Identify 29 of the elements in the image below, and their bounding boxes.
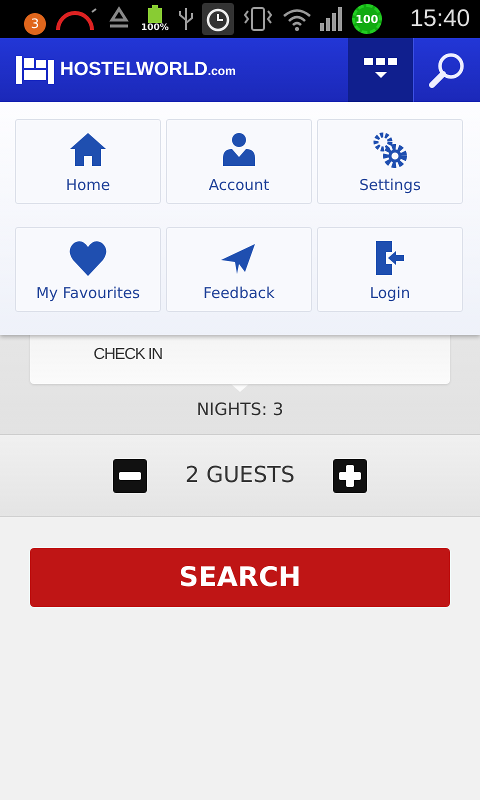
alarm-clock-icon [202, 3, 234, 35]
menu-tile[interactable]: My Favourites [15, 227, 161, 312]
guest-count: 2 GUESTS [185, 463, 295, 488]
signal-icon [320, 7, 344, 31]
usb-icon [178, 6, 194, 32]
minus-button[interactable] [113, 458, 148, 492]
battery-label: 100% [140, 23, 170, 33]
gauge-icon [54, 6, 98, 32]
plus-icon [338, 464, 361, 486]
vibrate-icon [242, 6, 274, 32]
search-icon [428, 51, 466, 89]
card-pointer [231, 384, 249, 392]
search-submit-button[interactable]: SEARCH [30, 548, 450, 607]
wifi-icon [282, 7, 312, 31]
menu-tile[interactable]: Account [166, 119, 312, 204]
menu-tile[interactable]: Login [317, 227, 463, 312]
check-in-label: CHECK IN [92, 346, 162, 364]
menu-button[interactable] [348, 38, 414, 102]
battery-percent-badge: 100 [352, 4, 382, 34]
clock-time: 15:40 [410, 5, 470, 33]
menu-tile[interactable]: Feedback [166, 227, 312, 312]
menu-tile[interactable]: Settings [317, 119, 463, 204]
menu-tile[interactable]: Home [15, 119, 161, 204]
logo-text: HOSTELWORLD.com [60, 59, 236, 81]
minus-icon [119, 472, 142, 480]
hostel-logo-icon [16, 56, 54, 84]
plus-button[interactable] [332, 458, 367, 492]
notification-count: 3 [24, 13, 46, 35]
nights-count: NIGHTS: 3 [196, 400, 284, 420]
